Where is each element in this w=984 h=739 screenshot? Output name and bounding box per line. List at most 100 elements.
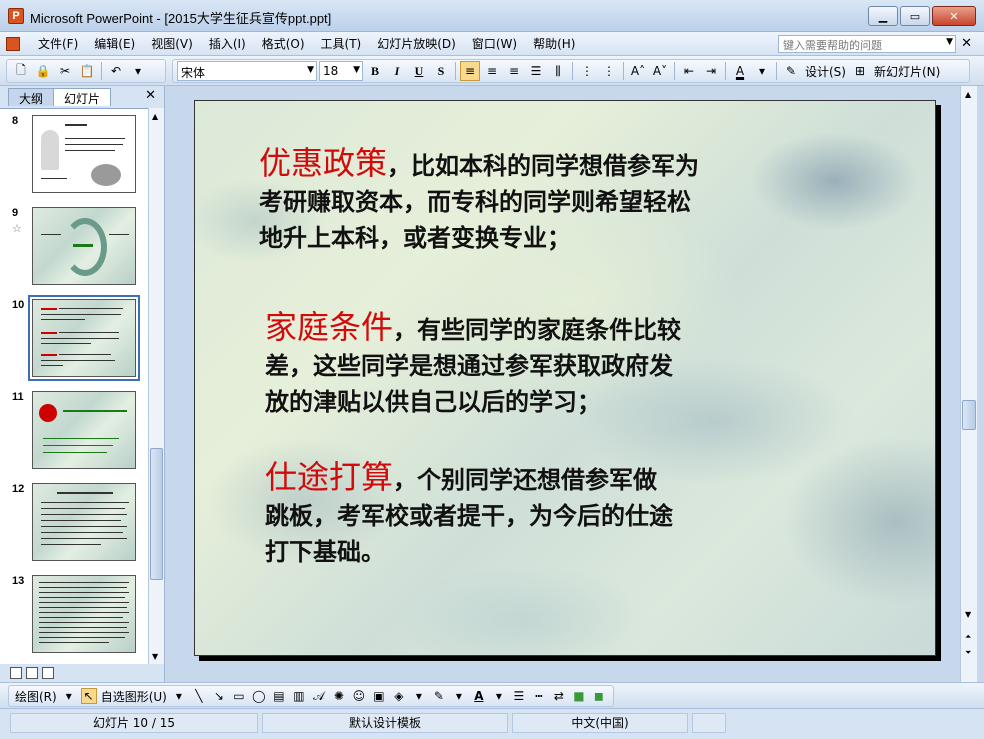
close-window-button[interactable]: ✕ [932,6,976,26]
menu-insert[interactable]: 插入(I) [201,36,254,52]
distribute-icon[interactable]: ☰ [526,61,546,81]
menu-tools[interactable]: 工具(T) [313,36,370,52]
line-style-icon[interactable]: ☰ [511,688,527,704]
textbox-icon[interactable]: ▤ [271,688,287,704]
bold-button[interactable]: B [365,61,385,81]
slideshow-view-icon[interactable] [42,667,54,679]
cut-icon[interactable]: ✂ [55,61,75,81]
chevron-down-icon[interactable]: ▾ [128,61,148,81]
menu-format[interactable]: 格式(O) [254,36,313,52]
decrease-indent-icon[interactable]: ⇤ [679,61,699,81]
chevron-down-icon[interactable]: ▼ [946,37,953,47]
current-slide[interactable]: 优惠政策，比如本科的同学想借参军为 考研赚取资本，而专科的同学则希望轻松 地升上… [194,100,936,656]
increase-indent-icon[interactable]: ⇥ [701,61,721,81]
slide-scrollbar[interactable]: ▲ ▼ ⏶ ⏷ [960,86,977,682]
minimize-button[interactable]: ▁ [868,6,898,26]
chevron-down-icon[interactable]: ▾ [491,688,507,704]
slide-sorter-view-icon[interactable] [26,667,38,679]
bullets-icon[interactable]: ⋮ [599,61,619,81]
new-slide-icon[interactable]: ⊞ [850,61,870,81]
undo-icon[interactable]: ↶ [106,61,126,81]
normal-view-icon[interactable] [10,667,22,679]
align-right-button[interactable]: ≡ [504,61,524,81]
increase-font-icon[interactable]: A˄ [628,61,648,81]
slide-thumbnail[interactable] [32,575,136,653]
menu-edit[interactable]: 编辑(E) [86,36,143,52]
text-direction-icon[interactable]: ⫼ [548,61,568,81]
oval-icon[interactable]: ◯ [251,688,267,704]
numbering-icon[interactable]: ⋮ [577,61,597,81]
underline-button[interactable]: U [409,61,429,81]
line-color-icon[interactable]: ✎ [431,688,447,704]
menu-window[interactable]: 窗口(W) [464,36,525,52]
previous-slide-icon[interactable]: ⏶ [965,632,971,642]
paste-icon[interactable]: 📋 [77,61,97,81]
chevron-down-icon[interactable]: ▼ [353,65,360,75]
autoshapes-button[interactable]: 自选图形(U) [101,688,167,705]
dash-style-icon[interactable]: ┅ [531,688,547,704]
chevron-down-icon[interactable]: ▾ [411,688,427,704]
scroll-down-icon[interactable]: ▼ [965,610,971,619]
decrease-font-icon[interactable]: A˅ [650,61,670,81]
permission-icon[interactable]: 🔒 [33,61,53,81]
font-color-icon[interactable]: A [730,61,750,81]
scroll-down-icon[interactable]: ▼ [152,652,158,661]
slide-thumbnail[interactable] [32,483,136,561]
help-search-input[interactable]: 键入需要帮助的问题 ▼ [778,35,956,53]
scroll-up-icon[interactable]: ▲ [152,112,158,121]
powerpoint-app-icon[interactable]: P [8,8,24,24]
arrow-icon[interactable]: ↘ [211,688,227,704]
fill-color-icon[interactable]: ◈ [391,688,407,704]
scroll-up-icon[interactable]: ▲ [965,90,971,99]
font-size-select[interactable]: 18 ▼ [319,61,363,81]
next-slide-icon[interactable]: ⏷ [965,648,971,658]
shadow-button[interactable]: S [431,61,451,81]
new-document-icon[interactable]: 🗋 [11,61,31,81]
draw-menu-button[interactable]: 绘图(R) [15,688,57,705]
paragraph-career[interactable]: 仕途打算，个别同学还想借参军做 跳板，考军校或者提干，为今后的仕途 打下基础。 [265,459,825,570]
italic-button[interactable]: I [387,61,407,81]
slide-thumbnail[interactable] [32,207,136,285]
menu-slideshow[interactable]: 幻灯片放映(D) [369,36,464,52]
font-name-select[interactable]: 宋体 ▼ [177,61,317,81]
pane-scrollbar[interactable]: ▲ ▼ [148,108,164,664]
align-left-button[interactable]: ≡ [460,61,480,81]
design-icon[interactable]: ✎ [781,61,801,81]
chevron-down-icon[interactable]: ▾ [61,688,77,704]
chevron-down-icon[interactable]: ▼ [307,65,314,75]
arrow-style-icon[interactable]: ⇄ [551,688,567,704]
tab-slides[interactable]: 幻灯片 [53,88,112,106]
new-slide-button[interactable]: 新幻灯片(N) [872,63,942,80]
close-document-icon[interactable]: ✕ [961,36,972,51]
scrollbar-thumb[interactable] [150,448,163,580]
menu-file[interactable]: 文件(F) [30,36,86,52]
3d-style-icon[interactable]: ◼ [591,688,607,704]
align-center-button[interactable]: ≡ [482,61,502,81]
slide-thumbnail[interactable] [32,391,136,469]
vertical-textbox-icon[interactable]: ▥ [291,688,307,704]
select-objects-icon[interactable]: ↖ [80,688,97,704]
document-icon[interactable] [6,37,20,51]
clipart-icon[interactable]: ☺ [351,688,367,704]
slide-thumbnail-selected[interactable] [28,295,140,381]
chevron-down-icon[interactable]: ▾ [451,688,467,704]
paragraph-policy[interactable]: 优惠政策，比如本科的同学想借参军为 考研赚取资本，而专科的同学则希望轻松 地升上… [259,145,819,256]
line-icon[interactable]: ╲ [191,688,207,704]
close-pane-icon[interactable]: ✕ [145,88,156,103]
picture-icon[interactable]: ▣ [371,688,387,704]
wordart-icon[interactable]: 𝒜 [311,688,327,704]
font-color-icon[interactable]: A [471,688,487,704]
scrollbar-thumb[interactable] [962,400,976,430]
diagram-icon[interactable]: ✺ [331,688,347,704]
shadow-style-icon[interactable]: ■ [571,688,587,704]
rectangle-icon[interactable]: ▭ [231,688,247,704]
paragraph-family[interactable]: 家庭条件，有些同学的家庭条件比较 差，这些同学是想通过参军获取政府发 放的津贴以… [265,309,825,420]
maximize-button[interactable]: ▭ [900,6,930,26]
slide-thumbnail[interactable] [32,115,136,193]
design-button[interactable]: 设计(S) [803,63,848,80]
menu-help[interactable]: 帮助(H) [525,36,583,52]
tab-outline[interactable]: 大纲 [8,88,55,106]
chevron-down-icon[interactable]: ▾ [752,61,772,81]
menu-view[interactable]: 视图(V) [143,36,201,52]
chevron-down-icon[interactable]: ▾ [171,688,187,704]
